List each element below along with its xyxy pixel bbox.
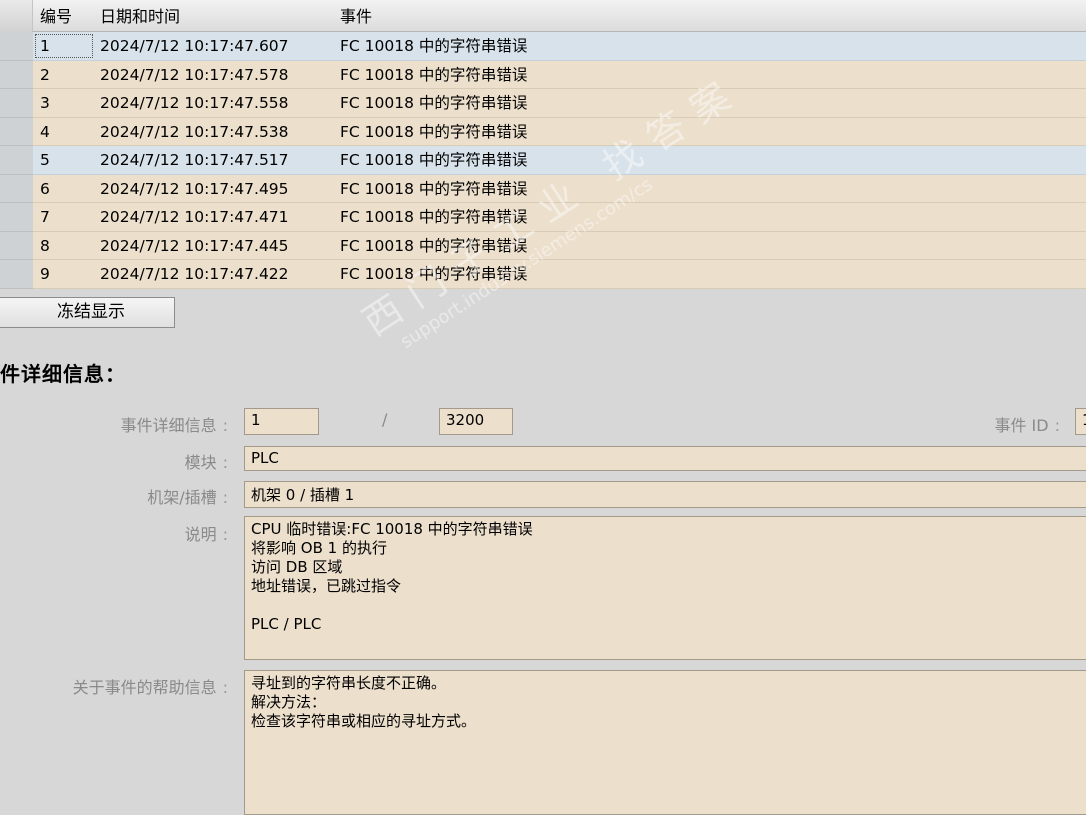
table-row[interactable]: 7 2024/7/12 10:17:47.471 FC 10018 中的字符串错… [0, 203, 1086, 232]
row-selector[interactable] [0, 231, 33, 260]
row-header-corner [0, 0, 33, 32]
description-line: PLC / PLC [251, 615, 322, 633]
column-header-number[interactable]: 编号 [40, 0, 72, 32]
table-row[interactable]: 4 2024/7/12 10:17:47.538 FC 10018 中的字符串错… [0, 117, 1086, 146]
cell-datetime: 2024/7/12 10:17:47.538 [100, 122, 289, 141]
cell-event: FC 10018 中的字符串错误 [340, 236, 528, 255]
description-line: 将影响 OB 1 的执行 [251, 539, 387, 557]
table-row[interactable]: 1 2024/7/12 10:17:47.607 FC 10018 中的字符串错… [0, 32, 1086, 61]
cell-datetime: 2024/7/12 10:17:47.607 [100, 37, 289, 55]
description-line: 地址错误，已跳过指令 [251, 577, 402, 595]
cell-event: FC 10018 中的字符串错误 [340, 179, 528, 198]
description-line: CPU 临时错误:FC 10018 中的字符串错误 [251, 520, 533, 538]
module-field[interactable]: PLC [244, 446, 1086, 471]
cell-number: 6 [40, 179, 50, 198]
cell-datetime: 2024/7/12 10:17:47.517 [100, 151, 289, 169]
event-details-label: 事件详细信息: [120, 416, 228, 435]
event-details-title: 件详细信息： [0, 362, 126, 386]
cell-event: FC 10018 中的字符串错误 [340, 65, 528, 84]
cell-datetime: 2024/7/12 10:17:47.422 [100, 265, 289, 283]
cell-datetime: 2024/7/12 10:17:47.558 [100, 94, 289, 112]
cell-number: 8 [40, 236, 50, 255]
row-selector[interactable] [0, 60, 33, 89]
cell-event: FC 10018 中的字符串错误 [340, 37, 528, 55]
cell-event: FC 10018 中的字符串错误 [340, 208, 528, 226]
event-total-field[interactable]: 3200 [439, 408, 513, 435]
row-selector[interactable] [0, 260, 33, 289]
description-label: 说明: [184, 525, 228, 544]
row-selector[interactable] [0, 203, 33, 232]
cell-number: 9 [40, 265, 50, 283]
module-label: 模块: [184, 453, 228, 472]
cell-datetime: 2024/7/12 10:17:47.578 [100, 65, 289, 84]
event-separator: / [382, 410, 388, 429]
row-selector[interactable] [0, 174, 33, 203]
cell-number: 2 [40, 65, 50, 84]
cell-number: 5 [40, 151, 50, 169]
cell-event: FC 10018 中的字符串错误 [340, 265, 528, 283]
description-line: 访问 DB 区域 [251, 558, 343, 576]
rack-slot-field[interactable]: 机架 0 / 插槽 1 [244, 481, 1086, 508]
description-field[interactable]: CPU 临时错误:FC 10018 中的字符串错误 将影响 OB 1 的执行 访… [244, 516, 1086, 660]
event-index-field[interactable]: 1 [244, 408, 319, 435]
table-row[interactable]: 6 2024/7/12 10:17:47.495 FC 10018 中的字符串错… [0, 174, 1086, 203]
help-line: 寻址到的字符串长度不正确。 [251, 674, 447, 692]
cell-event: FC 10018 中的字符串错误 [340, 151, 528, 169]
event-help-label: 关于事件的帮助信息: [72, 678, 228, 697]
table-rows: 1 2024/7/12 10:17:47.607 FC 10018 中的字符串错… [0, 32, 1086, 289]
table-header: 编号 日期和时间 事件 [0, 0, 1086, 32]
row-selector[interactable] [0, 89, 33, 118]
cell-datetime: 2024/7/12 10:17:47.445 [100, 236, 289, 255]
cell-datetime: 2024/7/12 10:17:47.495 [100, 179, 289, 198]
cell-number: 4 [40, 122, 50, 141]
cell-number: 3 [40, 94, 50, 112]
cell-number: 7 [40, 208, 50, 226]
row-selector[interactable] [0, 146, 33, 175]
event-table: 编号 日期和时间 事件 1 2024/7/12 10:17:47.607 FC … [0, 0, 1086, 289]
help-line: 检查该字符串或相应的寻址方式。 [251, 712, 477, 730]
row-selector[interactable] [0, 32, 33, 61]
table-row[interactable]: 2 2024/7/12 10:17:47.578 FC 10018 中的字符串错… [0, 60, 1086, 89]
description-line [251, 596, 1086, 615]
event-id-field[interactable]: 1 [1075, 408, 1086, 435]
table-row[interactable]: 5 2024/7/12 10:17:47.517 FC 10018 中的字符串错… [0, 146, 1086, 175]
column-header-event[interactable]: 事件 [340, 0, 372, 32]
help-line: 解决方法： [251, 693, 327, 711]
event-help-field[interactable]: 寻址到的字符串长度不正确。 解决方法： 检查该字符串或相应的寻址方式。 [244, 670, 1086, 815]
row-selector[interactable] [0, 117, 33, 146]
event-id-label: 事件 ID: [994, 416, 1060, 435]
cell-event: FC 10018 中的字符串错误 [340, 122, 528, 141]
freeze-display-button[interactable]: 冻结显示 [0, 297, 175, 328]
cell-datetime: 2024/7/12 10:17:47.471 [100, 208, 289, 226]
table-row[interactable]: 8 2024/7/12 10:17:47.445 FC 10018 中的字符串错… [0, 231, 1086, 260]
table-row[interactable]: 9 2024/7/12 10:17:47.422 FC 10018 中的字符串错… [0, 260, 1086, 289]
table-row[interactable]: 3 2024/7/12 10:17:47.558 FC 10018 中的字符串错… [0, 89, 1086, 118]
rack-slot-label: 机架/插槽: [147, 488, 228, 507]
cell-number: 1 [33, 32, 95, 60]
column-header-datetime[interactable]: 日期和时间 [100, 0, 180, 32]
cell-event: FC 10018 中的字符串错误 [340, 94, 528, 112]
